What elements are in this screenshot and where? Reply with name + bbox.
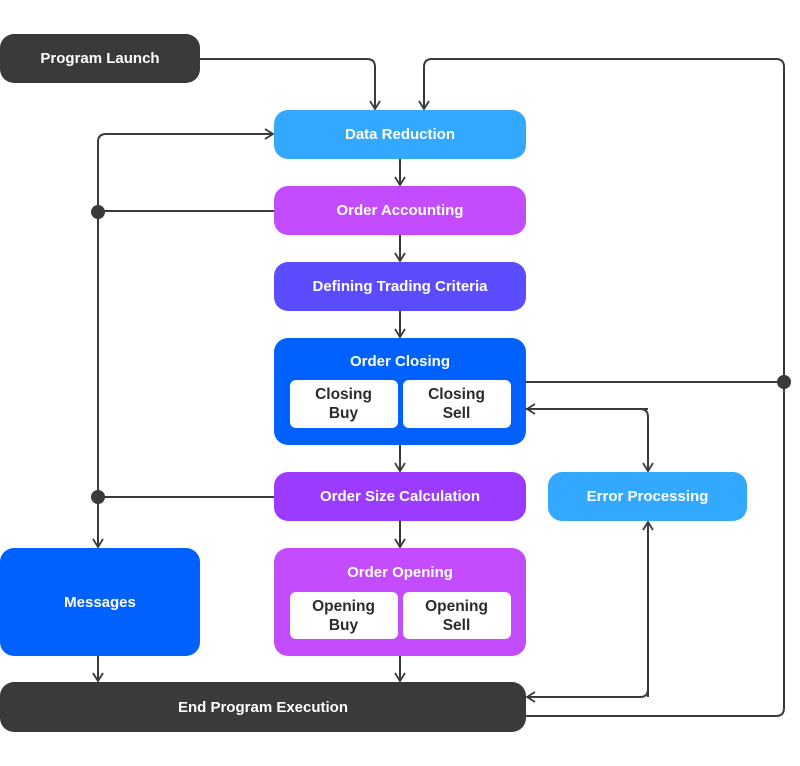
sub-node-row: Closing Buy Closing Sell	[289, 380, 511, 428]
edge-launch-to-data-reduction	[200, 58, 381, 111]
node-order-accounting[interactable]: Order Accounting	[274, 186, 526, 235]
sub-node-opening-sell[interactable]: Opening Sell	[402, 592, 511, 639]
node-order-closing[interactable]: Order Closing Closing Buy Closing Sell	[274, 338, 526, 445]
junction-dot-right	[777, 375, 791, 389]
node-label: Data Reduction	[344, 126, 455, 143]
node-label: Order Accounting	[336, 202, 464, 219]
edge-closing-to-error	[526, 408, 654, 473]
edge-error-to-end-arrowhead	[525, 688, 649, 703]
junction-dot-left-top	[91, 205, 105, 219]
node-label: End Program Execution	[177, 698, 349, 716]
node-label: Program Launch	[40, 50, 160, 67]
node-label: Defining Trading Criteria	[312, 278, 488, 295]
node-defining-trading-criteria[interactable]: Defining Trading Criteria	[274, 262, 526, 311]
node-label: Order Size Calculation	[319, 488, 481, 505]
junction-dot-left-bottom	[91, 490, 105, 504]
node-label: Order Closing	[349, 353, 450, 370]
sub-node-row: Opening Buy Opening Sell	[289, 592, 511, 639]
left-bus-to-data-reduction	[97, 128, 275, 213]
node-error-processing[interactable]: Error Processing	[548, 472, 747, 521]
sub-node-closing-buy[interactable]: Closing Buy	[289, 380, 398, 428]
sub-node-opening-buy[interactable]: Opening Buy	[289, 592, 398, 639]
node-label: Messages	[64, 593, 136, 611]
node-program-launch[interactable]: Program Launch	[0, 34, 200, 83]
node-order-size-calculation[interactable]: Order Size Calculation	[274, 472, 526, 521]
node-label: Error Processing	[586, 488, 709, 505]
node-label: Order Opening	[347, 564, 453, 581]
sub-node-closing-sell[interactable]: Closing Sell	[402, 380, 511, 428]
node-order-opening[interactable]: Order Opening Opening Buy Opening Sell	[274, 548, 526, 656]
node-data-reduction[interactable]: Data Reduction	[274, 110, 526, 159]
node-end-program-execution[interactable]: End Program Execution	[0, 682, 526, 732]
node-messages[interactable]: Messages	[0, 548, 200, 656]
